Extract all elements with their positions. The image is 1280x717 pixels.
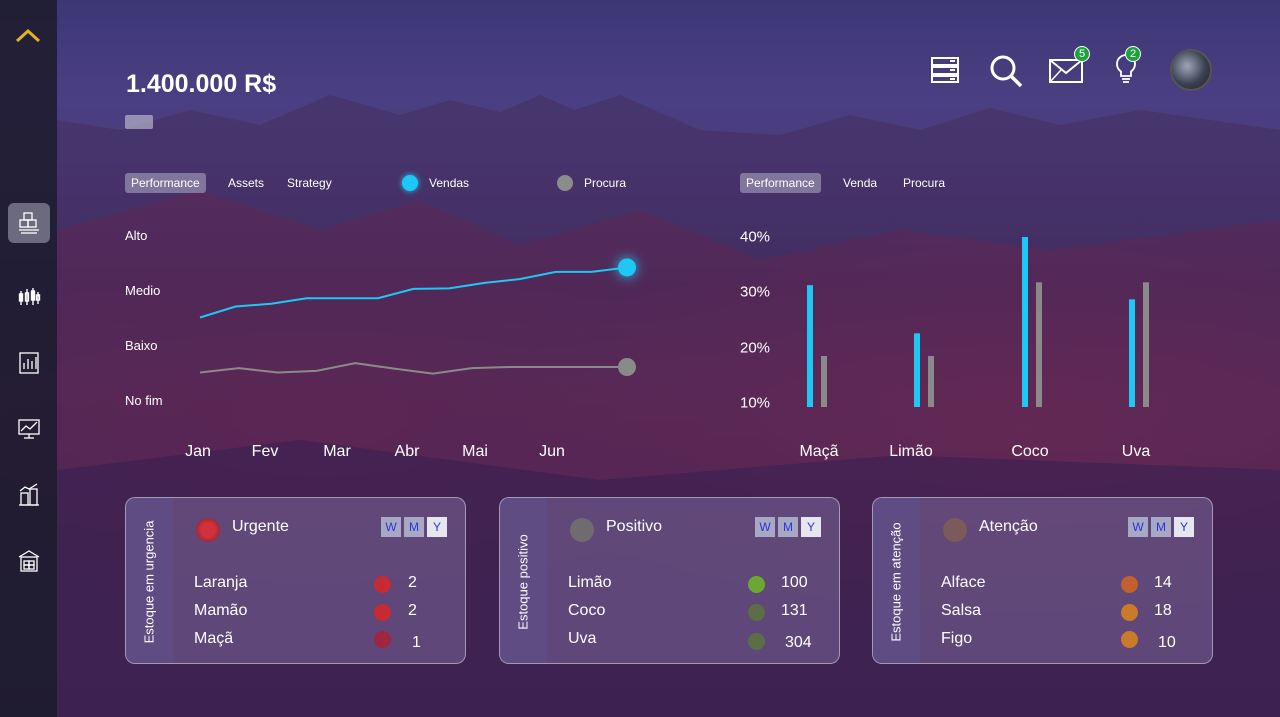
bar-venda-3 <box>1129 299 1135 407</box>
card-side-label: Estoque positivo <box>515 534 531 630</box>
row-name: Uva <box>568 630 597 647</box>
up-arrow-icon <box>748 604 765 621</box>
period-week-button[interactable]: W <box>755 517 775 537</box>
row-name: Laranja <box>194 574 248 591</box>
row-value: 304 <box>785 634 812 651</box>
card-title: Positivo <box>606 518 663 535</box>
period-month-button[interactable]: M <box>1151 517 1171 537</box>
up-arrow-icon <box>748 576 765 593</box>
row-value: 131 <box>781 602 808 619</box>
down-arrow-icon <box>374 576 391 593</box>
row-value: 100 <box>781 574 808 591</box>
bar-venda-2 <box>1022 237 1028 407</box>
row-value: 10 <box>1158 634 1176 651</box>
row-name: Mamão <box>194 602 248 619</box>
bar-procura-0 <box>821 356 827 407</box>
row-value: 1 <box>412 634 421 651</box>
period-year-button[interactable]: Y <box>1174 517 1194 537</box>
row-value: 2 <box>408 574 417 591</box>
period-week-button[interactable]: W <box>1128 517 1148 537</box>
bar-procura-2 <box>1036 282 1042 407</box>
bar-venda-1 <box>914 333 920 407</box>
card-title: Atenção <box>979 518 1038 535</box>
alert-dot-icon <box>374 631 391 648</box>
card-urgente: Estoque em urgencia Urgente W M Y Laranj… <box>125 497 466 664</box>
down-arrow-icon <box>1121 631 1138 648</box>
bar-procura-3 <box>1143 282 1149 407</box>
card-title: Urgente <box>232 518 289 535</box>
period-month-button[interactable]: M <box>404 517 424 537</box>
row-name: Maçã <box>194 630 234 647</box>
period-month-button[interactable]: M <box>778 517 798 537</box>
period-toggle: W M Y <box>381 517 447 537</box>
row-value: 14 <box>1154 574 1172 591</box>
down-arrow-icon <box>1121 576 1138 593</box>
row-name: Limão <box>568 574 612 591</box>
period-toggle: W M Y <box>755 517 821 537</box>
card-positivo: Estoque positivo Positivo W M Y Limão 10… <box>499 497 840 664</box>
period-week-button[interactable]: W <box>381 517 401 537</box>
row-value: 2 <box>408 602 417 619</box>
down-arrow-icon <box>943 518 967 542</box>
down-arrow-icon <box>1121 604 1138 621</box>
row-name: Salsa <box>941 602 982 619</box>
up-arrow-icon <box>570 518 594 542</box>
row-name: Alface <box>941 574 986 591</box>
card-side-label: Estoque em urgencia <box>141 520 157 644</box>
urgent-icon <box>196 518 220 542</box>
period-year-button[interactable]: Y <box>427 517 447 537</box>
row-name: Figo <box>941 630 973 647</box>
card-side-label: Estoque em atenção <box>888 522 904 642</box>
card-atencao: Estoque em atenção Atenção W M Y Alface … <box>872 497 1213 664</box>
period-toggle: W M Y <box>1128 517 1194 537</box>
up-arrow-icon <box>748 633 765 650</box>
row-name: Coco <box>568 602 606 619</box>
down-arrow-icon <box>374 604 391 621</box>
period-year-button[interactable]: Y <box>801 517 821 537</box>
bar-procura-1 <box>928 356 934 407</box>
bar-venda-0 <box>807 285 813 407</box>
row-value: 18 <box>1154 602 1172 619</box>
